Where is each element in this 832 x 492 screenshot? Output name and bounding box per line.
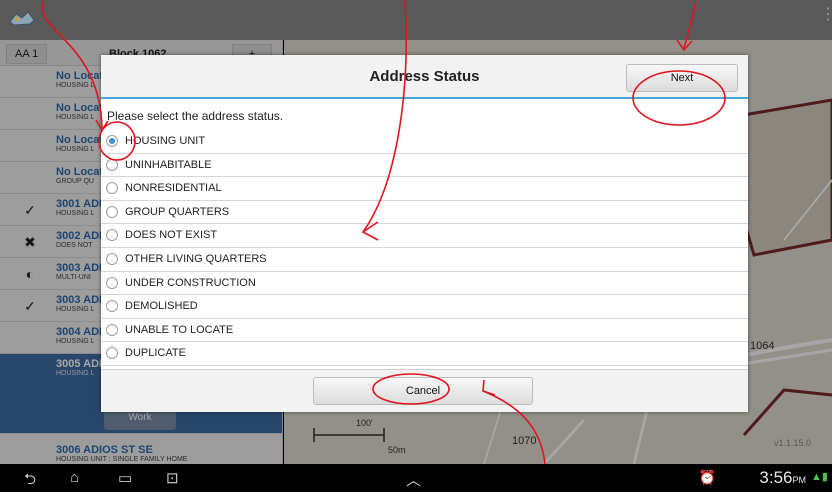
- app-logo-icon[interactable]: [8, 8, 36, 28]
- recent-apps-icon[interactable]: ▭: [118, 469, 132, 487]
- option-label: DOES NOT EXIST: [125, 229, 218, 242]
- option-label: UNDER CONSTRUCTION: [125, 276, 256, 289]
- signal-battery-icon: ▲▮: [811, 471, 828, 483]
- radio-button[interactable]: [106, 182, 118, 195]
- option-label: HOUSING UNIT: [125, 135, 206, 147]
- dialog-prompt: Please select the address status.: [107, 109, 284, 123]
- option-label: NONRESIDENTIAL: [125, 182, 222, 195]
- option-label: OTHER LIVING QUARTERS: [125, 252, 267, 265]
- next-button[interactable]: Next: [626, 64, 738, 92]
- address-status-dialog: Address Status Next Please select the ad…: [101, 55, 748, 412]
- radio-button[interactable]: [106, 205, 118, 218]
- option-label: DUPLICATE: [125, 347, 186, 360]
- status-option[interactable]: DUPLICATE: [101, 342, 748, 366]
- alarm-icon: ⏰: [698, 469, 716, 485]
- back-icon[interactable]: ⮌: [24, 469, 36, 492]
- radio-button[interactable]: [106, 347, 118, 360]
- clock-ampm: PM: [792, 475, 807, 485]
- screenshot-icon[interactable]: ⊡: [166, 469, 179, 487]
- status-option[interactable]: DEMOLISHED: [101, 295, 748, 319]
- status-option[interactable]: GROUP QUARTERS: [101, 201, 748, 225]
- status-option[interactable]: UNINHABITABLE: [101, 154, 748, 178]
- radio-button[interactable]: [106, 276, 118, 289]
- status-option[interactable]: NONRESIDENTIAL: [101, 177, 748, 201]
- status-option[interactable]: HOUSING UNIT: [101, 130, 748, 154]
- status-option[interactable]: UNDER CONSTRUCTION: [101, 272, 748, 296]
- clock-time: 3:56: [759, 468, 793, 487]
- radio-button[interactable]: [106, 300, 118, 313]
- radio-button[interactable]: [106, 229, 118, 242]
- status-option[interactable]: UNABLE TO LOCATE: [101, 319, 748, 343]
- radio-button[interactable]: [106, 158, 118, 171]
- home-icon[interactable]: ⌂: [70, 469, 79, 486]
- system-nav-bar: ⮌ ⌂ ▭ ⊡ ︿ ⏰ 3:56PM ▲▮: [0, 464, 832, 492]
- option-label: UNINHABITABLE: [125, 158, 212, 171]
- radio-button[interactable]: [106, 323, 118, 336]
- option-label: GROUP QUARTERS: [125, 205, 230, 218]
- radio-button[interactable]: [106, 252, 118, 265]
- chevron-up-icon[interactable]: ︿: [406, 469, 421, 490]
- status-option[interactable]: DOES NOT EXIST: [101, 224, 748, 248]
- cancel-button[interactable]: Cancel: [313, 377, 533, 405]
- action-bar: ⋮: [0, 0, 832, 40]
- status-clock: 3:56PM: [759, 468, 806, 488]
- option-label: DEMOLISHED: [125, 300, 198, 313]
- dialog-header: Address Status Next: [101, 55, 748, 99]
- overflow-menu-icon[interactable]: ⋮: [820, 7, 832, 30]
- status-options: HOUSING UNIT UNINHABITABLE NONRESIDENTIAL G…: [101, 130, 748, 366]
- status-option[interactable]: OTHER LIVING QUARTERS: [101, 248, 748, 272]
- radio-button[interactable]: [106, 135, 118, 147]
- dialog-footer: Cancel: [101, 369, 748, 412]
- option-label: UNABLE TO LOCATE: [125, 323, 234, 336]
